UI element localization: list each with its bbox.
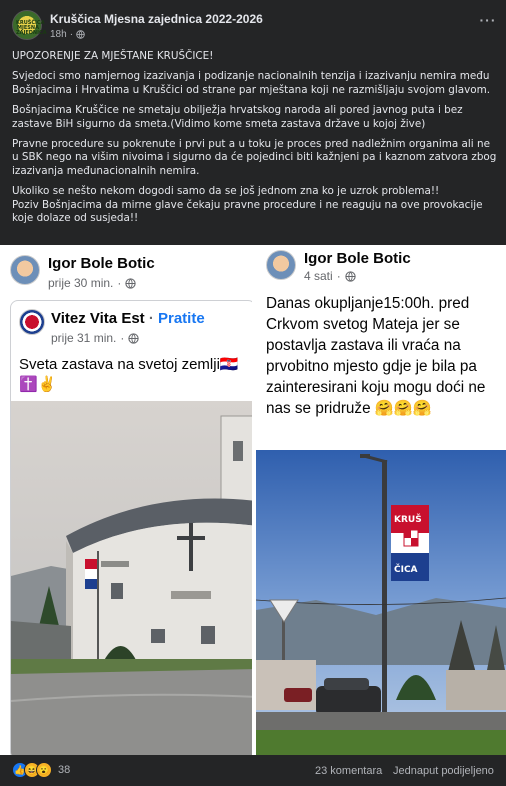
wow-reaction-icon: 😮 bbox=[36, 762, 52, 778]
avatar-logo-text: KRUŠČICA MJESNA ZAJEDNICA bbox=[16, 20, 47, 36]
shared-author-name: Vitez Vita Est · Pratite bbox=[51, 310, 205, 327]
right-post-text: Danas okupljanje15:00h. pred Crkvom svet… bbox=[266, 295, 486, 417]
shared-author-avatar bbox=[19, 309, 45, 335]
post-meta: 18h · bbox=[50, 29, 85, 40]
globe-icon bbox=[76, 30, 85, 39]
post-paragraph: UPOZORENJE ZA MJEŠTANE KRUŠČICE! bbox=[12, 50, 214, 62]
page-avatar[interactable]: KRUŠČICA MJESNA ZAJEDNICA bbox=[12, 10, 47, 40]
flag-label-top: KRUŠ bbox=[394, 513, 422, 525]
globe-icon bbox=[128, 332, 140, 344]
shared-post-text: Sveta zastava na svetoj zemlji🇭🇷 ✝️✌️ bbox=[19, 356, 239, 393]
page-name[interactable]: Kruščica Mjesna zajednica 2022-2026 bbox=[50, 12, 263, 26]
comments-count-link[interactable]: 23 komentara bbox=[315, 765, 382, 777]
author-name: Igor Bole Botic bbox=[304, 250, 411, 267]
reaction-count: 38 bbox=[58, 764, 71, 776]
author-avatar bbox=[266, 250, 296, 280]
post-images[interactable]: Igor Bole Botic prije 30 min. · Vitez Vi… bbox=[0, 245, 506, 755]
flag-photo: KRUŠ ČICA bbox=[256, 450, 506, 755]
post-paragraph: Pravne procedure su pokrenute i prvi put… bbox=[12, 138, 497, 177]
reactions-summary[interactable]: 👍 😆 😮 38 bbox=[12, 762, 70, 778]
author-time: prije 30 min. · bbox=[48, 276, 137, 290]
globe-icon bbox=[125, 277, 137, 289]
time-label: prije 31 min. bbox=[51, 331, 117, 345]
post-paragraph: Poziv Bošnjacima da mirne glave čekaju p… bbox=[12, 198, 483, 225]
right-screenshot-image[interactable]: Igor Bole Botic 4 sati · Danas okupljanj… bbox=[256, 245, 506, 755]
time-label: 4 sati bbox=[304, 269, 333, 283]
post-paragraph: Bošnjacima Kruščice ne smetaju obilježja… bbox=[12, 104, 463, 130]
post-paragraph: Ukoliko se nešto nekom dogodi samo da se… bbox=[12, 185, 440, 198]
post-header: KRUŠČICA MJESNA ZAJEDNICA Kruščica Mjesn… bbox=[0, 0, 506, 46]
shares-count-link[interactable]: Jednaput podijeljeno bbox=[393, 765, 494, 777]
post-text: UPOZORENJE ZA MJEŠTANE KRUŠČICE! Svjedoc… bbox=[12, 50, 498, 232]
follow-link: Pratite bbox=[158, 310, 205, 327]
shared-time: prije 31 min. · bbox=[51, 331, 140, 345]
left-screenshot-image[interactable]: Igor Bole Botic prije 30 min. · Vitez Vi… bbox=[0, 245, 254, 755]
shared-post-card: Vitez Vita Est · Pratite prije 31 min. ·… bbox=[10, 300, 252, 755]
author-name: Igor Bole Botic bbox=[48, 255, 155, 272]
author-avatar bbox=[10, 255, 40, 285]
more-options-button[interactable]: ··· bbox=[478, 10, 498, 30]
post-paragraph: Svjedoci smo namjernog izazivanja i podi… bbox=[12, 70, 491, 96]
church-photo bbox=[11, 401, 252, 755]
post-time[interactable]: 18h bbox=[50, 29, 67, 40]
time-label: prije 30 min. bbox=[48, 276, 114, 290]
globe-icon bbox=[345, 270, 356, 282]
author-time: 4 sati · bbox=[304, 269, 356, 283]
flag-label-bottom: ČICA bbox=[394, 563, 418, 575]
